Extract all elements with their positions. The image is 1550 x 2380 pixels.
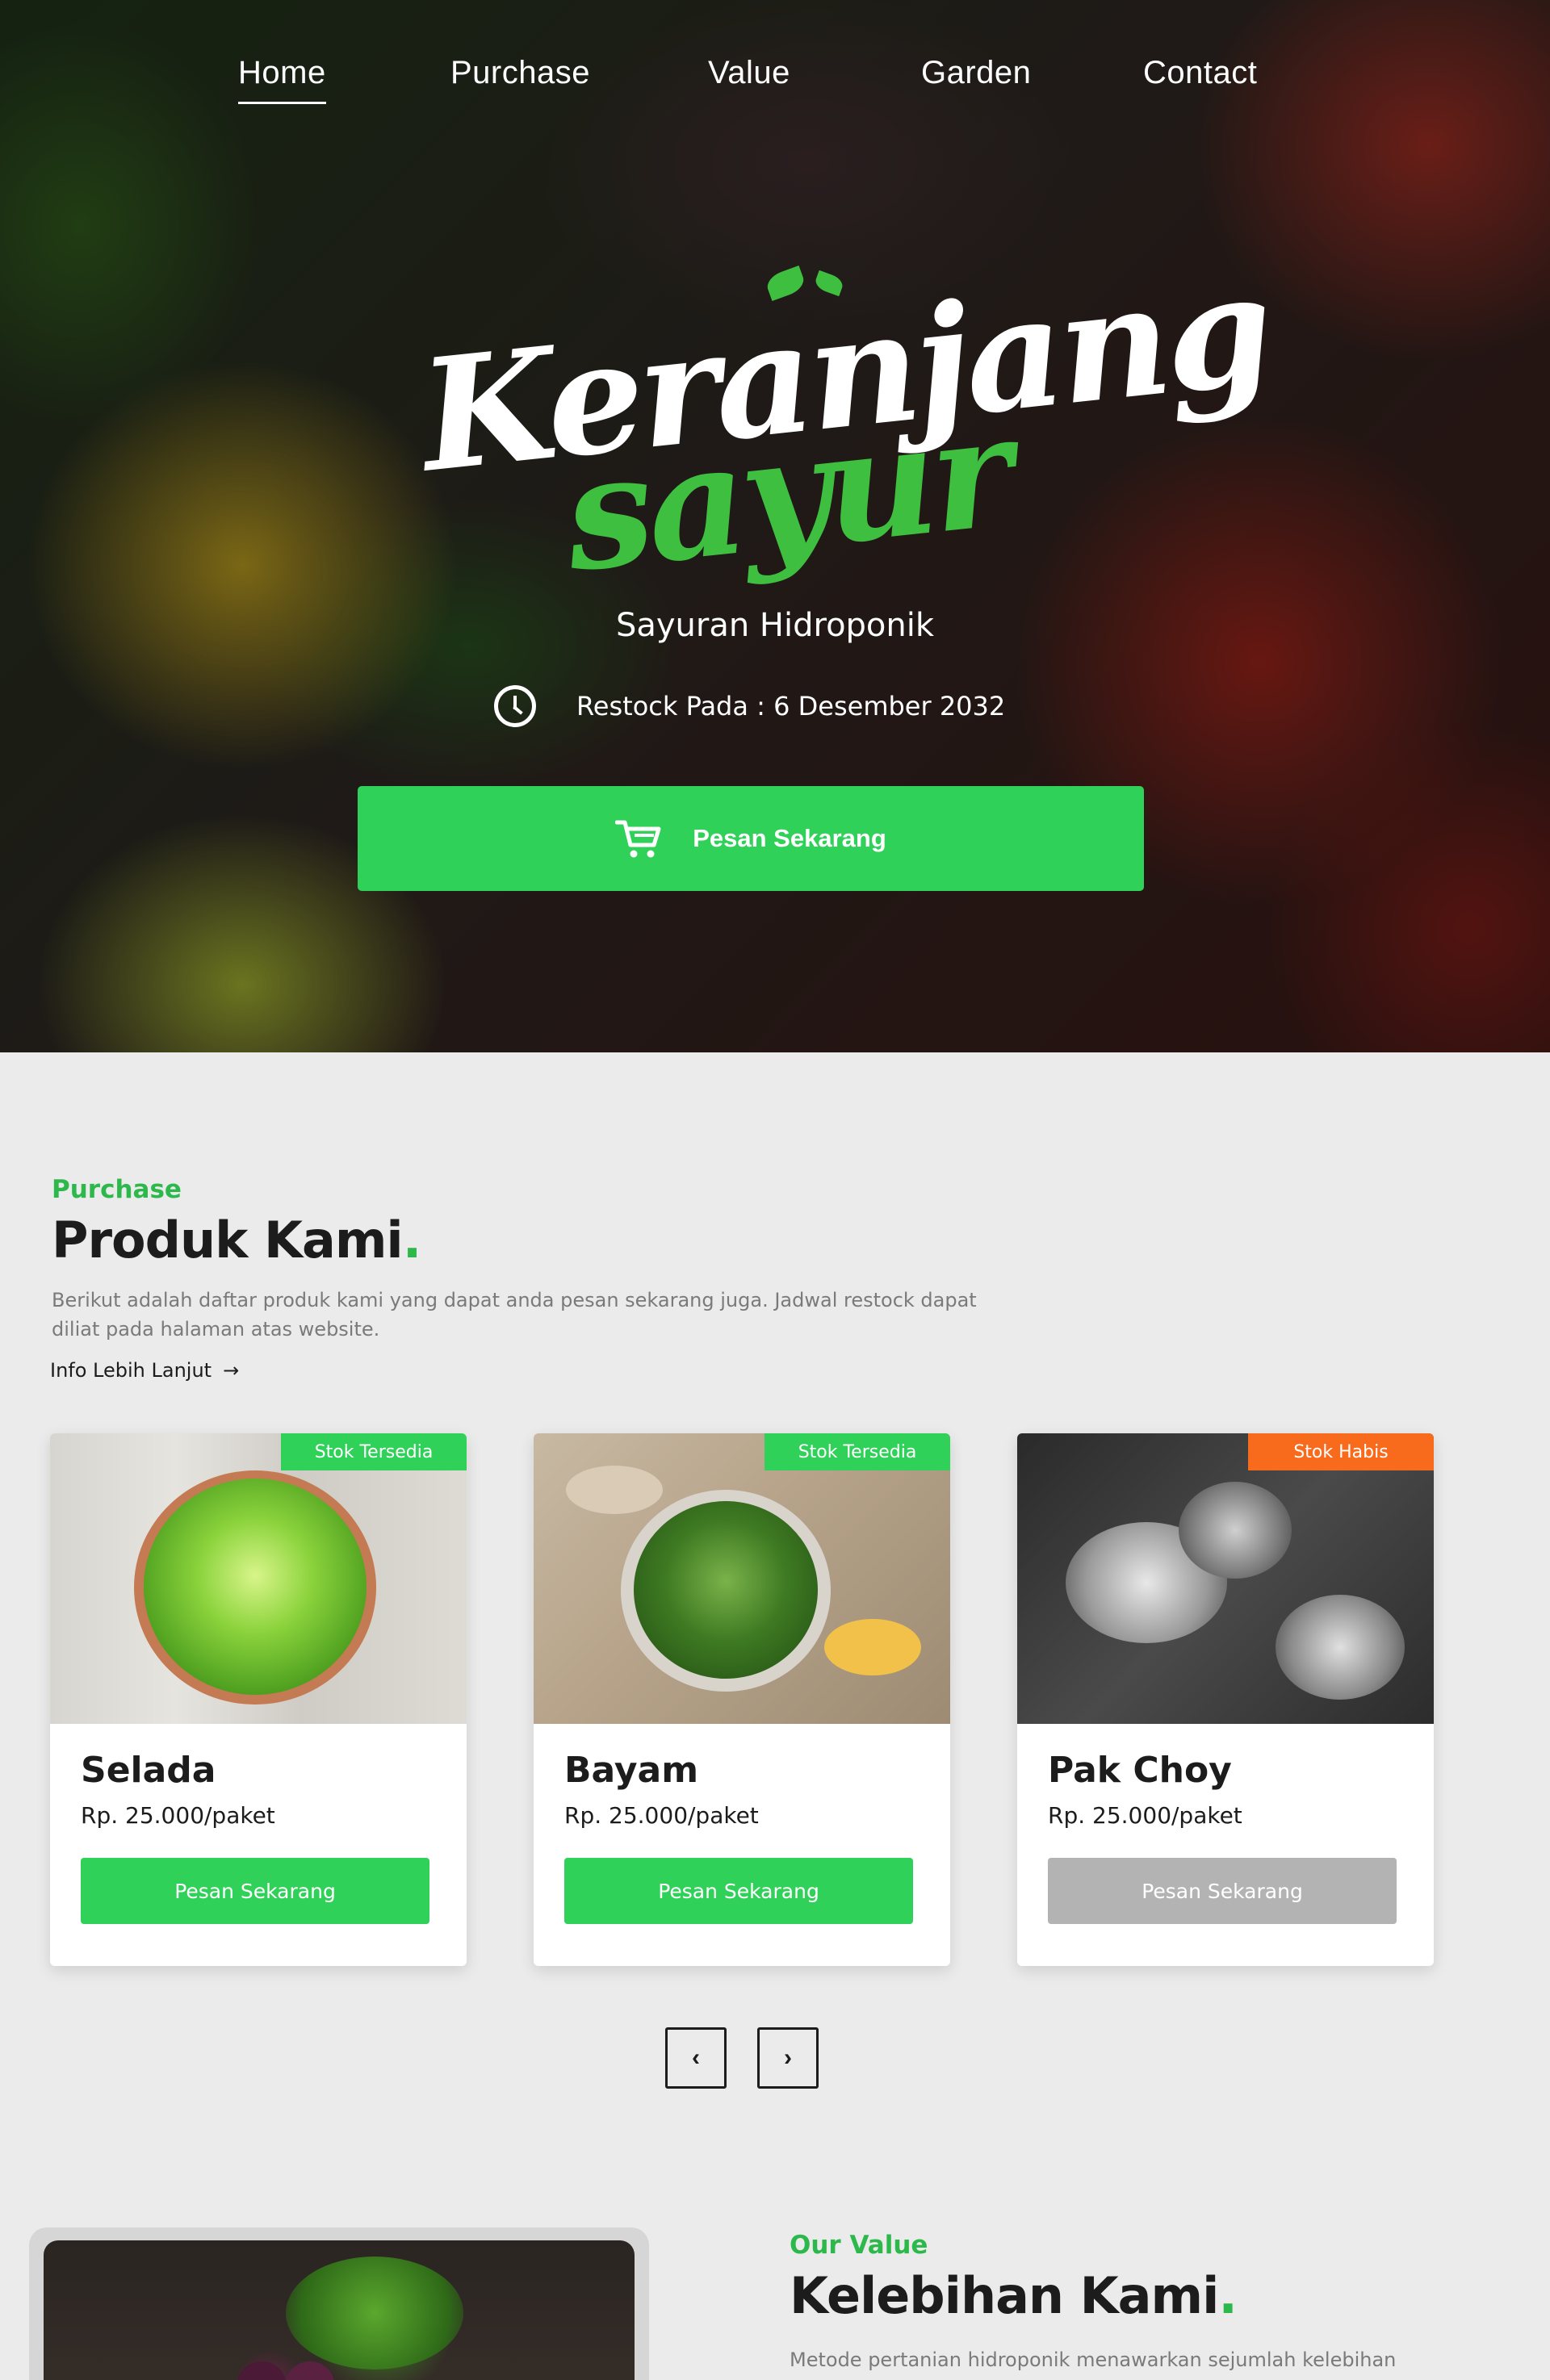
restock-date: Restock Pada : 6 Desember 2032 bbox=[576, 691, 1006, 722]
stock-badge: Stok Tersedia bbox=[281, 1433, 467, 1470]
clock-icon bbox=[494, 685, 536, 727]
product-image bbox=[50, 1433, 467, 1724]
value-description: Metode pertanian hidroponik menawarkan s… bbox=[790, 2349, 1397, 2371]
chevron-left-icon: ‹ bbox=[692, 2044, 700, 2071]
restock-info: Restock Pada : 6 Desember 2032 bbox=[494, 685, 1006, 727]
value-title: Kelebihan Kami. bbox=[790, 2266, 1238, 2325]
product-image bbox=[534, 1433, 950, 1724]
nav-item-home[interactable]: Home bbox=[238, 55, 326, 104]
product-card-selada: Stok Tersedia Selada Rp. 25.000/paket Pe… bbox=[50, 1433, 467, 1966]
product-card-bayam: Stok Tersedia Bayam Rp. 25.000/paket Pes… bbox=[534, 1433, 950, 1966]
carousel-prev-button[interactable]: ‹ bbox=[665, 2027, 727, 2089]
brand-logo: Keranjang sayur bbox=[404, 239, 1276, 606]
arrow-right-icon: → bbox=[223, 1359, 240, 1382]
hero-tagline: Sayuran Hidroponik bbox=[615, 607, 935, 644]
value-eyebrow: Our Value bbox=[790, 2231, 928, 2260]
nav-item-contact[interactable]: Contact bbox=[1143, 55, 1257, 91]
order-now-label: Pesan Sekarang bbox=[693, 824, 886, 852]
hero-section: Home Purchase Value Garden Contact Keran… bbox=[0, 0, 1550, 1052]
order-button[interactable]: Pesan Sekarang bbox=[564, 1858, 913, 1924]
product-name: Bayam bbox=[564, 1750, 699, 1791]
products-title: Produk Kami. bbox=[52, 1211, 421, 1269]
stock-badge: Stok Habis bbox=[1248, 1433, 1434, 1470]
carousel-next-button[interactable]: › bbox=[757, 2027, 819, 2089]
order-button-disabled[interactable]: Pesan Sekarang bbox=[1048, 1858, 1397, 1924]
product-price: Rp. 25.000/paket bbox=[1048, 1802, 1242, 1829]
chevron-right-icon: › bbox=[784, 2044, 792, 2071]
cart-icon bbox=[614, 818, 662, 860]
stock-badge: Stok Tersedia bbox=[765, 1433, 950, 1470]
product-image bbox=[1017, 1433, 1434, 1724]
nav-item-purchase[interactable]: Purchase bbox=[450, 55, 590, 91]
products-description: Berikut adalah daftar produk kami yang d… bbox=[52, 1289, 977, 1341]
order-now-button[interactable]: Pesan Sekarang bbox=[358, 786, 1144, 891]
main-nav: Home Purchase Value Garden Contact bbox=[0, 55, 1550, 111]
product-name: Pak Choy bbox=[1048, 1750, 1232, 1791]
nav-item-garden[interactable]: Garden bbox=[921, 55, 1031, 91]
product-card-pak-choy: Stok Habis Pak Choy Rp. 25.000/paket Pes… bbox=[1017, 1433, 1434, 1966]
nav-item-value[interactable]: Value bbox=[708, 55, 790, 91]
more-info-link[interactable]: Info Lebih Lanjut → bbox=[50, 1359, 239, 1382]
products-eyebrow: Purchase bbox=[52, 1175, 182, 1204]
product-name: Selada bbox=[81, 1750, 216, 1791]
product-price: Rp. 25.000/paket bbox=[564, 1802, 759, 1829]
order-button[interactable]: Pesan Sekarang bbox=[81, 1858, 429, 1924]
product-price: Rp. 25.000/paket bbox=[81, 1802, 275, 1829]
value-image bbox=[44, 2240, 635, 2380]
